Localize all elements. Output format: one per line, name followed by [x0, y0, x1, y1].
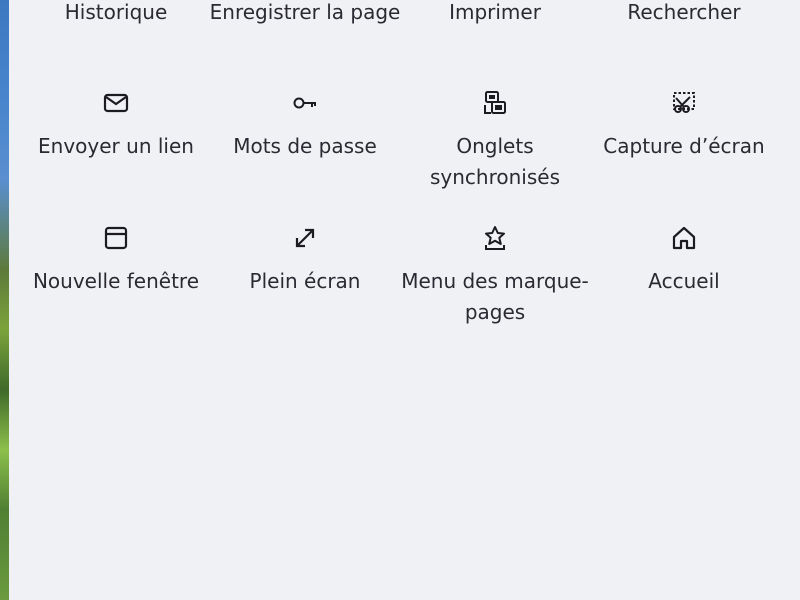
menu-item-fullscreen[interactable]: Plein écran [210, 224, 400, 297]
home-icon [670, 224, 698, 252]
menu-item-label: Capture d’écran [603, 134, 765, 158]
menu-item-label: Imprimer [449, 0, 541, 24]
menu-item-bookmarks-menu[interactable]: Menu des marque-pages [400, 224, 590, 328]
menu-item-label: Nouvelle fenêtre [32, 269, 200, 293]
menu-item-home[interactable]: Accueil [589, 224, 779, 297]
app-menu-panel: Historique Enregistrer la page Imprimer … [9, 0, 800, 600]
menu-item-label: Rechercher [627, 0, 741, 24]
menu-item-print[interactable]: Imprimer [400, 0, 590, 28]
menu-item-synced-tabs[interactable]: Onglets synchronisés [400, 89, 590, 193]
menu-item-label: Onglets synchronisés [430, 134, 560, 189]
screenshot-icon [670, 89, 698, 117]
menu-item-label: Envoyer un lien [38, 134, 194, 158]
mail-icon [102, 89, 130, 117]
menu-item-label: Menu des marque-pages [401, 269, 589, 324]
menu-item-save-page[interactable]: Enregistrer la page [200, 0, 410, 28]
menu-item-screenshot[interactable]: Capture d’écran [589, 89, 779, 162]
synced-tabs-icon [481, 89, 509, 117]
menu-item-passwords[interactable]: Mots de passe [210, 89, 400, 162]
menu-item-label: Plein écran [249, 269, 361, 293]
wallpaper-strip [0, 0, 9, 600]
key-icon [291, 89, 319, 117]
menu-item-find[interactable]: Rechercher [589, 0, 779, 28]
menu-item-label: Accueil [648, 269, 720, 293]
menu-item-new-window[interactable]: Nouvelle fenêtre [21, 224, 211, 297]
menu-item-email-link[interactable]: Envoyer un lien [21, 89, 211, 162]
fullscreen-icon [291, 224, 319, 252]
new-window-icon [102, 224, 130, 252]
menu-item-label: Mots de passe [233, 134, 377, 158]
menu-item-label: Enregistrer la page [209, 0, 401, 24]
bookmarks-menu-icon [481, 224, 509, 252]
menu-item-label: Historique [64, 0, 168, 24]
menu-item-history[interactable]: Historique [21, 0, 211, 28]
